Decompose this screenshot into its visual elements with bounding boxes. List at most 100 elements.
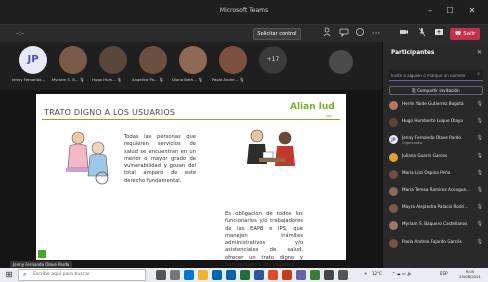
list-item[interactable]: Hugo Humberto Luque Olaya 🎙 [383,115,488,132]
mic-off-icon: 🎙 [476,238,483,245]
participant-tile[interactable]: JP Jenny Fernanda... [12,46,50,88]
avatar [389,238,398,248]
list-item[interactable]: Mayra Alejandra Palacio Rodri... 🎙 [383,201,488,218]
search-icon[interactable]: ⌕ [477,71,480,77]
tray-icons[interactable]: ⌃ ☁ ▭ 🔊 [392,271,412,276]
excel-icon[interactable] [240,270,250,280]
participant-tile[interactable]: Diana Beth... 🎙 [172,46,210,88]
weather-icon[interactable]: ☀ [364,271,368,276]
app-icon[interactable] [324,270,334,280]
app-icon[interactable] [310,270,320,280]
edge-icon[interactable] [184,270,194,280]
close-button[interactable]: ✕ [466,5,478,17]
leave-label: Salir [463,31,476,37]
chrome-icon[interactable] [268,270,278,280]
avatar [389,152,398,162]
window-title: Microsoft Teams [219,7,269,14]
self-video-tile [324,46,358,88]
minimize-button[interactable]: – [424,5,436,17]
more-participants-tile[interactable]: +17 [256,46,290,88]
presentation-slide: TRATO DIGNO A LOS USUARIOS Alian lud EPS… [36,94,346,268]
list-item[interactable]: Paola Andrea Fajardo Garcés 🎙 [383,236,488,253]
store-icon[interactable] [212,270,222,280]
task-view-icon[interactable] [170,270,180,280]
camera-icon[interactable] [398,27,410,41]
avatar [219,46,247,74]
participant-tile[interactable]: Paola Andre... 🎙 [212,46,250,88]
clock-date: 25/08/2021 [459,274,481,279]
more-options-icon[interactable]: ··· [370,27,382,41]
participant-name: Angelica Pa... 🎙 [132,77,164,82]
nurse-elderly-illustration [58,124,118,186]
avatar [139,46,167,74]
leave-button[interactable]: ☎ Salir [450,28,480,40]
avatar [389,101,398,110]
participant-name: Maria Lilzi Ospina Peña [402,169,451,175]
list-item[interactable]: Maria Teresa Ramirez Acevgue... 🎙 [383,184,488,201]
mic-off-icon: 🎙 [476,169,483,176]
list-item[interactable]: JP Jenny Fernanda Olave Pardo Organizado… [383,132,488,149]
powerpoint-icon[interactable] [282,270,292,280]
share-invite-button[interactable]: ⎘ Compartir invitación [389,86,483,95]
avatar [59,46,87,74]
close-panel-icon[interactable]: ✕ [477,49,482,56]
participants-strip: JP Jenny Fernanda... Myriam S. B... 🎙 Hu… [0,42,382,90]
mic-off-icon: 🎙 [476,221,483,228]
slide-paragraph-2: Es obligación de todos los funcionarios … [225,211,303,269]
word-icon[interactable] [254,270,264,280]
participant-tile[interactable]: Angelica Pa... 🎙 [132,46,170,88]
title-divider [42,119,340,120]
mic-off-icon: 🎙 [476,101,483,107]
windows-taskbar: ⊞ ⌕ Escribe aquí para buscar ☀ 12°C ⌃ ☁ … [0,268,488,282]
cortana-icon[interactable] [156,270,166,280]
slide-title: TRATO DIGNO A LOS USUARIOS [44,108,176,117]
hangup-icon: ☎ [454,31,464,37]
avatar [389,118,398,128]
reactions-icon[interactable] [354,27,366,41]
participant-tile[interactable]: Myriam S. B... 🎙 [52,46,90,88]
participants-panel: Participantes ✕ Invite a alguien o marqu… [382,42,488,268]
file-explorer-icon[interactable] [198,270,208,280]
temperature: 12°C [372,271,382,276]
participant-name: Jenny Fernanda Olave Pardo [402,135,461,141]
list-item[interactable]: Myriam S. Baquero Castellanos 🎙 [383,218,488,235]
participant-name: Juliana Guarin Garces [402,152,448,158]
mail-icon[interactable] [226,270,236,280]
slide-paragraph-1: Todas las personas que requieren servici… [124,134,196,184]
avatar [389,186,398,196]
participant-name: Maria Teresa Ramirez Acevgue... [402,186,471,192]
windows-start-icon[interactable]: ⊞ [4,270,14,280]
avatar [389,204,398,214]
participant-name: Hugo Humberto Luque Olaya [402,118,463,124]
search-icon: ⌕ [23,271,27,278]
list-item[interactable]: Maria Lilzi Ospina Peña 🎙 [383,167,488,184]
invite-input[interactable]: Invite a alguien o marque un número ⌕ [389,70,483,81]
participant-name: Jenny Fernanda... [12,77,46,82]
list-item[interactable]: Herlin Yaide Gutierrez Bogotá 🎙 [383,98,488,115]
logo-subtitle: EPS [326,114,332,118]
participant-name: Myriam S. Baquero Castellanos [402,221,468,227]
panel-title: Participantes [391,50,435,56]
teams-window: Microsoft Teams – ☐ ✕ –:– Solicitar cont… [0,0,488,282]
participants-icon[interactable] [322,27,334,41]
taskbar-clock[interactable]: 9:05 25/08/2021 [456,269,484,279]
request-control-button[interactable]: Solicitar control [253,28,301,40]
microphone-icon[interactable] [416,27,428,41]
alian-salud-logo: Alian lud [290,102,335,112]
app-icon[interactable] [338,270,348,280]
teams-icon[interactable] [296,270,306,280]
avatar [179,46,207,74]
mic-on-icon: 🎙 [476,135,483,142]
maximize-button[interactable]: ☐ [444,5,456,17]
list-item[interactable]: Juliana Guarin Garces 🎙 [383,150,488,167]
participant-role: Organizador [402,141,423,146]
participant-tile[interactable]: Hugo Hum... 🎙 [92,46,130,88]
language-indicator[interactable]: ESP [440,271,447,276]
taskbar-search-input[interactable]: ⌕ Escribe aquí para buscar [18,269,146,281]
share-screen-icon[interactable] [433,27,445,41]
self-avatar [329,50,353,74]
chat-icon[interactable] [338,27,350,41]
participant-name: Hugo Hum... 🎙 [92,77,122,82]
avatar [389,221,398,231]
consultation-illustration [241,124,301,180]
